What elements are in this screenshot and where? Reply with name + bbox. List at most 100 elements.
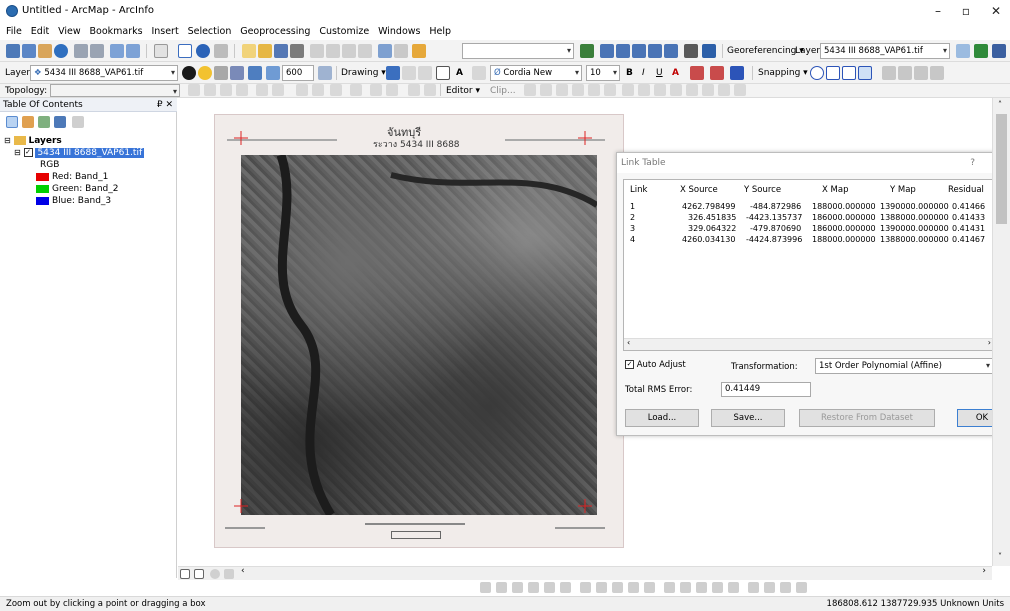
edge-snapping-icon[interactable] <box>858 66 872 80</box>
toc-pin-close-button[interactable]: ₽ ✕ <box>157 98 173 112</box>
col-x-map[interactable]: X Map <box>822 185 848 195</box>
scroll-down-icon[interactable]: ˅ <box>998 552 1002 561</box>
row4-link[interactable]: 4 <box>630 235 635 244</box>
edit-vertices-icon[interactable] <box>622 84 634 96</box>
attributes-icon[interactable] <box>702 84 714 96</box>
map-cache-icon[interactable] <box>882 66 896 80</box>
menu-edit[interactable]: Edit <box>31 24 49 40</box>
row4-residual[interactable]: 0.41467 <box>952 235 985 244</box>
fill-color-icon[interactable] <box>690 66 704 80</box>
end-snapping-icon[interactable] <box>826 66 840 80</box>
zoom-in-icon[interactable] <box>6 44 20 58</box>
menu-geoprocessing[interactable]: Geoprocessing <box>240 24 310 40</box>
control-point-4[interactable] <box>578 499 592 513</box>
open-folder-icon[interactable] <box>258 44 272 58</box>
validate-extent-icon[interactable] <box>386 84 398 96</box>
row3-y-map[interactable]: 1390000.000000 <box>880 224 949 233</box>
font-color-button[interactable]: A <box>672 65 679 81</box>
auto-adjust-row[interactable]: ✓ Auto Adjust <box>625 360 686 370</box>
back-arrow-icon[interactable] <box>110 44 124 58</box>
pause-drawing-icon[interactable] <box>224 569 234 579</box>
point-snapping-icon[interactable] <box>810 66 824 80</box>
sketch-properties-icon[interactable] <box>718 84 730 96</box>
error-inspector-icon[interactable] <box>256 84 268 96</box>
clip-menu[interactable]: Clip... <box>490 83 516 99</box>
row1-y-source[interactable]: -484.872986 <box>750 202 801 211</box>
row1-y-map[interactable]: 1390000.000000 <box>880 202 949 211</box>
arctoolbox-icon[interactable] <box>648 44 662 58</box>
new-text-button[interactable]: A <box>456 65 463 81</box>
hscroll-left-icon[interactable]: ‹ <box>241 566 245 576</box>
font-size-combo[interactable]: 10 ▾ <box>586 65 620 81</box>
zoom-whole-page-icon[interactable] <box>418 66 432 80</box>
underline-button[interactable]: U <box>656 65 663 81</box>
contrast-icon[interactable] <box>182 66 196 80</box>
rotate-element-icon[interactable] <box>402 66 416 80</box>
bottom-tool-20-icon[interactable] <box>796 582 807 593</box>
transformation-combo[interactable]: 1st Order Polynomial (Affine) ▾ <box>815 358 993 374</box>
menu-help[interactable]: Help <box>429 24 451 40</box>
bottom-tool-13-icon[interactable] <box>680 582 691 593</box>
topology-edit-icon[interactable] <box>188 84 200 96</box>
select-elements-icon[interactable] <box>178 44 192 58</box>
refresh-view-icon[interactable] <box>210 569 220 579</box>
bold-button[interactable]: B <box>626 65 633 81</box>
bottom-tool-9-icon[interactable] <box>612 582 623 593</box>
marker-color-icon[interactable] <box>730 66 744 80</box>
bottom-tool-12-icon[interactable] <box>664 582 675 593</box>
effects-layer-combo[interactable]: ❖ 5434 III 8688_VAP61.tif ▾ <box>30 65 178 81</box>
row2-y-source[interactable]: -4423.135737 <box>746 213 802 222</box>
row1-residual[interactable]: 0.41466 <box>952 202 985 211</box>
search-window-icon[interactable] <box>632 44 646 58</box>
map-horizontal-scrollbar[interactable]: ‹ › <box>238 566 992 580</box>
italic-button[interactable]: I <box>642 65 645 81</box>
col-y-source[interactable]: Y Source <box>744 185 781 195</box>
brightness-icon[interactable] <box>198 66 212 80</box>
menu-file[interactable]: File <box>6 24 22 40</box>
control-point-2[interactable] <box>234 499 248 513</box>
paste-icon[interactable] <box>342 44 356 58</box>
snapping-menu[interactable]: Snapping ▾ <box>758 65 808 81</box>
zoom-tool-icon[interactable] <box>266 66 280 80</box>
align-edge-icon[interactable] <box>330 84 342 96</box>
save-button[interactable]: Save... <box>711 409 785 427</box>
redo-icon[interactable] <box>394 44 408 58</box>
close-button[interactable]: ✕ <box>986 3 1006 19</box>
raster-layer-row[interactable]: ⊟ ✓ 5434 III 8688_VAP61.tif <box>14 147 145 159</box>
bottom-tool-6-icon[interactable] <box>560 582 571 593</box>
bottom-tool-7-icon[interactable] <box>580 582 591 593</box>
row3-link[interactable]: 3 <box>630 224 635 233</box>
list-by-source-icon[interactable] <box>22 116 34 128</box>
undo-icon[interactable] <box>378 44 392 58</box>
row2-x-map[interactable]: 186000.000000 <box>812 213 876 222</box>
data-view-icon[interactable] <box>180 569 190 579</box>
bottom-tool-10-icon[interactable] <box>628 582 639 593</box>
add-control-points-icon[interactable] <box>974 44 988 58</box>
zoom-value-combo[interactable]: 600 <box>282 65 314 81</box>
find-icon[interactable] <box>214 44 228 58</box>
hscroll-right-icon[interactable]: › <box>982 566 986 576</box>
bottom-tool-3-icon[interactable] <box>512 582 523 593</box>
row4-x-source[interactable]: 4260.034130 <box>682 235 735 244</box>
topology-rule-icon[interactable] <box>408 84 420 96</box>
map-topology-icon[interactable] <box>204 84 216 96</box>
fixed-zoom-out-icon[interactable] <box>90 44 104 58</box>
print-icon[interactable] <box>290 44 304 58</box>
bottom-tool-18-icon[interactable] <box>764 582 775 593</box>
create-features-icon[interactable] <box>734 84 746 96</box>
scroll-left-icon[interactable]: ‹ <box>627 338 630 347</box>
link-table-grid[interactable]: Link X Source Y Source X Map Y Map Resid… <box>623 179 995 351</box>
build-cache-icon[interactable] <box>914 66 928 80</box>
error-inspector-window-icon[interactable] <box>424 84 436 96</box>
minimize-button[interactable]: – <box>928 3 948 19</box>
auto-cache-icon[interactable] <box>898 66 912 80</box>
validate-topology-icon[interactable] <box>220 84 232 96</box>
reshape-feature-icon[interactable] <box>638 84 650 96</box>
auto-adjust-checkbox[interactable]: ✓ <box>625 360 634 369</box>
bottom-tool-14-icon[interactable] <box>696 582 707 593</box>
row2-link[interactable]: 2 <box>630 213 635 222</box>
row2-residual[interactable]: 0.41433 <box>952 213 985 222</box>
bottom-tool-11-icon[interactable] <box>644 582 655 593</box>
fix-topology-error-icon[interactable] <box>236 84 248 96</box>
shared-features-icon[interactable] <box>272 84 284 96</box>
